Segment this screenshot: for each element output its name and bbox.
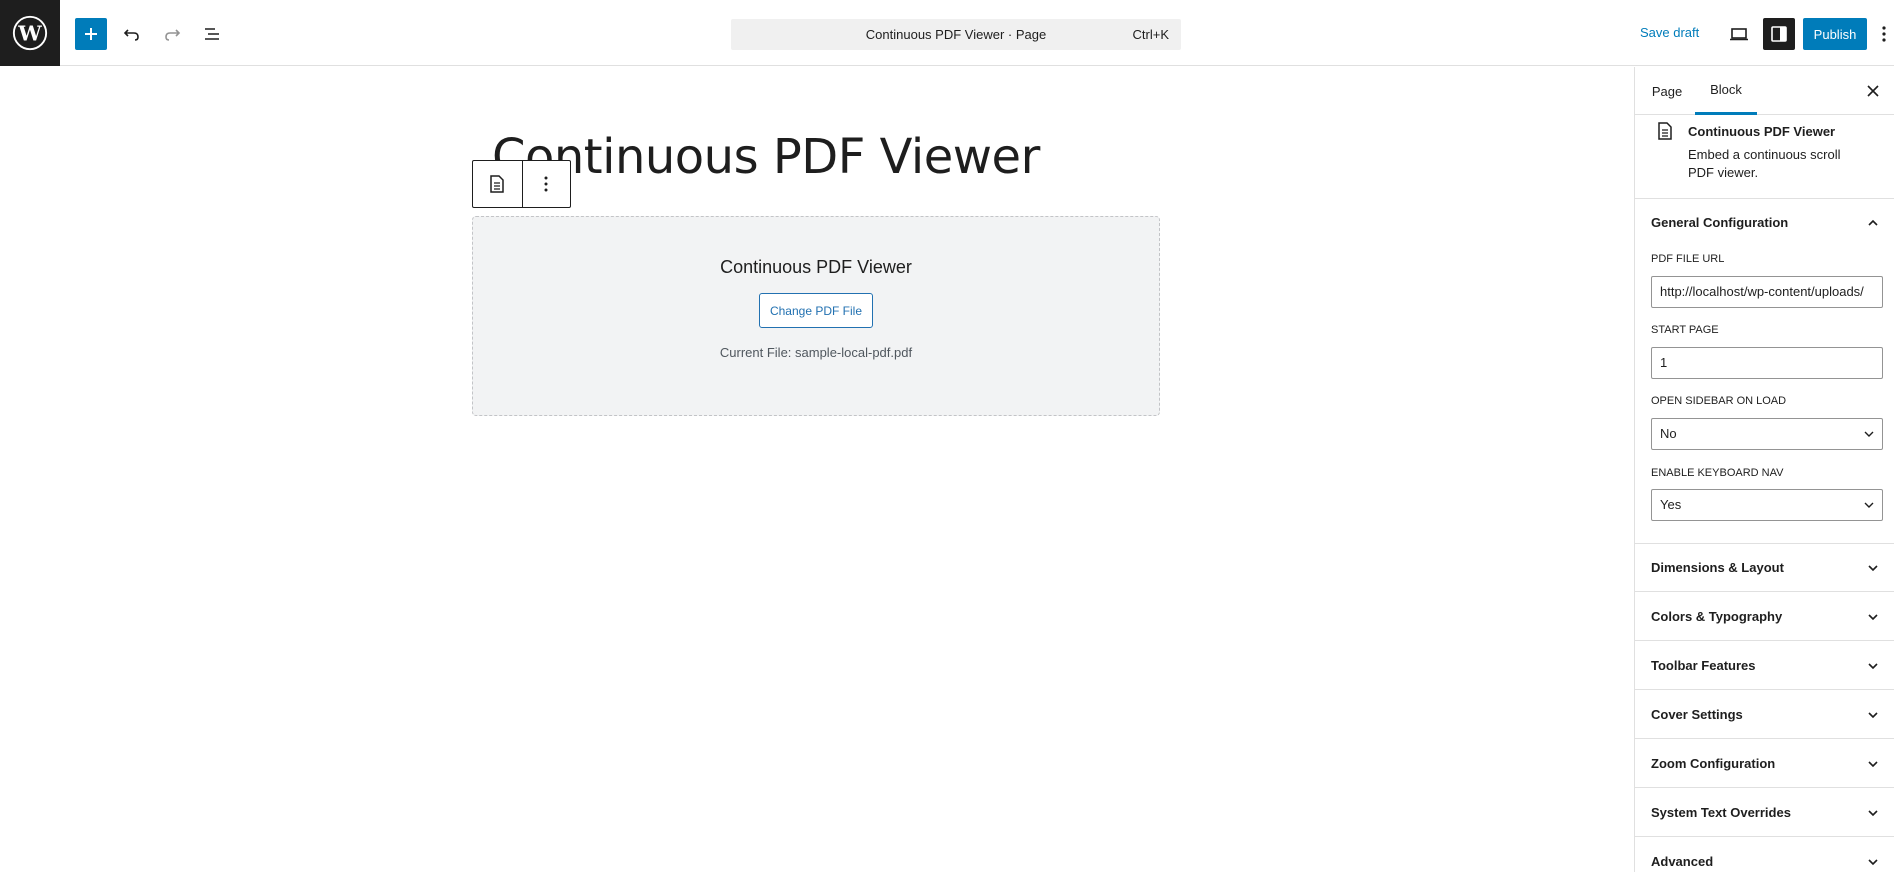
close-icon (1867, 85, 1879, 97)
tab-block[interactable]: Block (1695, 67, 1757, 115)
block-card-title: Continuous PDF Viewer (1688, 124, 1836, 139)
block-type-button[interactable] (473, 161, 522, 207)
redo-button[interactable] (156, 18, 188, 50)
document-icon (1658, 122, 1672, 140)
panel-zoom-configuration[interactable]: Zoom Configuration (1635, 740, 1894, 788)
panel-title: Zoom Configuration (1651, 756, 1776, 771)
close-sidebar-button[interactable] (1861, 79, 1885, 103)
chevron-down-icon (1861, 752, 1885, 776)
chevron-down-icon (1861, 801, 1885, 825)
chevron-down-icon (1861, 703, 1885, 727)
pdf-viewer-block[interactable]: Continuous PDF Viewer Change PDF File Cu… (472, 216, 1160, 416)
settings-sidebar: Page Block Continuous PDF Viewer Embed a… (1634, 67, 1894, 872)
redo-icon (165, 29, 181, 41)
undo-button[interactable] (116, 18, 148, 50)
page-title[interactable]: Continuous PDF Viewer (492, 129, 1040, 185)
document-overview-button[interactable] (196, 18, 228, 50)
wordpress-logo-glyph: W (12, 15, 48, 51)
current-file-text: Current File: sample-local-pdf.pdf (719, 345, 913, 360)
publish-button[interactable]: Publish (1803, 18, 1867, 50)
undo-icon (123, 29, 139, 41)
preview-button[interactable] (1723, 18, 1755, 50)
block-placeholder-title: Continuous PDF Viewer (720, 257, 912, 277)
change-pdf-button[interactable]: Change PDF File (759, 293, 873, 328)
wordpress-logo-icon[interactable]: W (0, 0, 60, 66)
panel-colors-typography[interactable]: Colors & Typography (1635, 593, 1894, 641)
settings-toggle-button[interactable] (1763, 18, 1795, 50)
block-options-button[interactable] (521, 161, 571, 207)
chevron-up-icon (1861, 211, 1885, 235)
add-block-button[interactable] (75, 18, 107, 50)
panel-title: Cover Settings (1651, 707, 1743, 722)
keyboard-nav-label: ENABLE KEYBOARD NAV (1651, 467, 1784, 479)
more-vertical-icon (544, 176, 548, 192)
panel-dimensions-layout[interactable]: Dimensions & Layout (1635, 544, 1894, 592)
panel-title: System Text Overrides (1651, 805, 1791, 820)
chevron-down-icon (1864, 431, 1874, 437)
svg-text:W: W (17, 21, 42, 46)
panel-title: Advanced (1651, 854, 1714, 869)
start-page-input[interactable]: 1 (1651, 347, 1883, 379)
command-bar-title: Continuous PDF Viewer · Page (865, 27, 1047, 42)
chevron-down-icon (1864, 502, 1874, 508)
panel-title: Dimensions & Layout (1651, 560, 1784, 575)
block-card: Continuous PDF Viewer Embed a continuous… (1635, 115, 1894, 199)
tab-page[interactable]: Page (1643, 67, 1691, 115)
keyboard-nav-select[interactable]: Yes (1651, 489, 1883, 521)
sidebar-toggle-icon (1771, 26, 1787, 42)
open-sidebar-select[interactable]: No (1651, 418, 1883, 450)
document-icon (490, 175, 504, 193)
list-view-icon (205, 28, 219, 40)
open-sidebar-value: No (1660, 426, 1677, 441)
panel-cover-settings[interactable]: Cover Settings (1635, 691, 1894, 739)
pdf-url-input[interactable]: http://localhost/wp-content/uploads/ (1651, 276, 1883, 308)
panel-title: Toolbar Features (1651, 658, 1756, 673)
panel-system-text-overrides[interactable]: System Text Overrides (1635, 789, 1894, 837)
command-palette-bar[interactable]: Continuous PDF Viewer · Page Ctrl+K (731, 19, 1181, 50)
chevron-down-icon (1861, 556, 1885, 580)
options-menu-button[interactable] (1874, 18, 1894, 50)
block-card-description: Embed a continuous scroll PDF viewer. (1688, 147, 1841, 180)
chevron-down-icon (1861, 605, 1885, 629)
panel-title: Colors & Typography (1651, 609, 1783, 624)
save-draft-button[interactable]: Save draft (1640, 25, 1699, 40)
chevron-down-icon (1861, 850, 1885, 872)
editor-canvas: Continuous PDF Viewer Continuous PDF Vie… (0, 67, 1634, 872)
command-bar-shortcut: Ctrl+K (1132, 27, 1169, 42)
sidebar-tabs: Page Block (1635, 67, 1894, 115)
editor-header: W Continuous PDF Viewer · Page Ctrl+K Sa… (0, 0, 1894, 66)
start-page-label: START PAGE (1651, 324, 1719, 336)
chevron-down-icon (1861, 654, 1885, 678)
panel-advanced[interactable]: Advanced (1635, 838, 1894, 872)
panel-toolbar-features[interactable]: Toolbar Features (1635, 642, 1894, 690)
open-sidebar-label: OPEN SIDEBAR ON LOAD (1651, 395, 1787, 407)
panel-title: General Configuration (1651, 215, 1789, 230)
more-vertical-icon (1882, 26, 1886, 42)
block-toolbar (472, 160, 571, 208)
desktop-view-icon (1730, 28, 1748, 41)
keyboard-nav-value: Yes (1660, 497, 1682, 512)
plus-icon (85, 28, 97, 40)
panel-general-configuration[interactable]: General Configuration (1635, 199, 1894, 247)
pdf-url-label: PDF FILE URL (1651, 253, 1725, 265)
